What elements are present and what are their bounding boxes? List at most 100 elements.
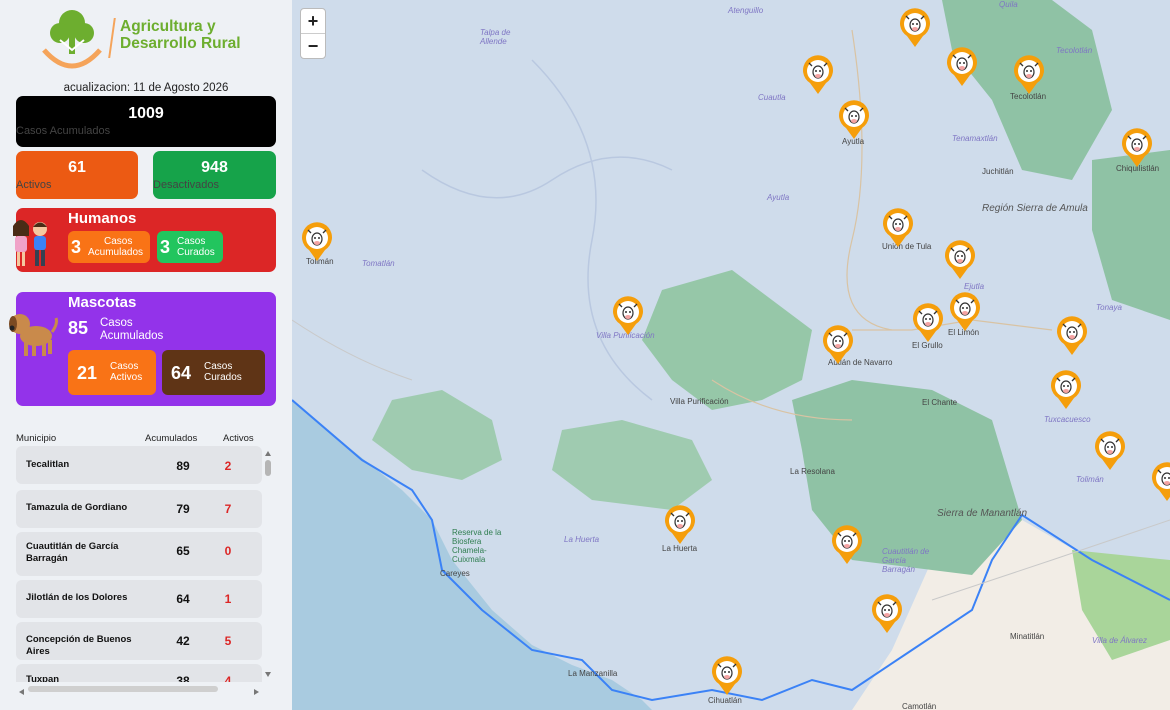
cow-case-marker-icon[interactable] xyxy=(870,594,904,634)
cow-case-marker-icon[interactable] xyxy=(911,303,945,343)
humans-cured-value: 3 xyxy=(160,237,171,257)
map-view[interactable]: Tolimán Ayutla Unión de Tula Tecolotlán … xyxy=(292,0,1170,710)
place-label: Tenamaxtlán xyxy=(952,134,998,143)
place-label: Careyes xyxy=(440,569,470,578)
cow-case-marker-icon[interactable] xyxy=(837,100,871,140)
cow-case-marker-icon[interactable] xyxy=(300,222,334,262)
place-label: Cuautitlán de García Barragán xyxy=(882,547,930,574)
cow-case-marker-icon[interactable] xyxy=(1055,316,1089,356)
active-cases-card: 61 Activos xyxy=(16,151,138,199)
place-label: Quila xyxy=(999,0,1018,9)
place-label: Reserva de la Biosfera Chamela-Cuixmala xyxy=(452,528,502,564)
header-activos: Activos xyxy=(223,433,254,444)
header-municipio: Municipio xyxy=(16,433,57,444)
place-label: Tomatlán xyxy=(362,259,395,268)
cow-case-marker-icon[interactable] xyxy=(881,208,915,248)
place-label: El Chante xyxy=(922,398,958,407)
place-label: Tonaya xyxy=(1096,303,1122,312)
header-acumulados: Acumulados xyxy=(145,433,198,444)
pets-active-label: Casos Activos xyxy=(110,361,143,383)
deactivated-cases-label: Desactivados xyxy=(153,179,220,191)
place-label: Atenguillo xyxy=(728,6,764,15)
cow-case-marker-icon[interactable] xyxy=(943,240,977,280)
municipality-list[interactable]: Tecalitlan 89 2 Tamazula de Gordiano 79 … xyxy=(16,446,262,682)
place-label: Talpa de Allende xyxy=(480,28,511,46)
cow-case-marker-icon[interactable] xyxy=(611,296,645,336)
agriculture-logo: Agricultura y Desarrollo Rural xyxy=(38,6,268,76)
place-label: Juchitlán xyxy=(982,167,1014,176)
cow-case-marker-icon[interactable] xyxy=(830,525,864,565)
cow-case-marker-icon[interactable] xyxy=(1093,431,1127,471)
humans-accumulated-label: Casos Acumulados xyxy=(88,236,144,258)
place-label: Camotlán xyxy=(902,702,937,710)
pets-card: Mascotas 85 Casos Acumulados 21 Casos Acti… xyxy=(9,292,276,406)
pets-cured-value: 64 xyxy=(171,363,192,383)
cow-case-marker-icon[interactable] xyxy=(1150,462,1170,502)
place-label: Ejutla xyxy=(964,282,985,291)
logo-text: Agricultura y Desarrollo Rural xyxy=(120,18,241,52)
humans-accumulated-value: 3 xyxy=(71,237,82,257)
humans-cured-card: 3 Casos Curados xyxy=(157,231,223,263)
zoom-out-button[interactable]: − xyxy=(301,34,325,59)
people-icon xyxy=(13,220,47,266)
pets-accumulated-value: 85 xyxy=(68,318,89,338)
map-base xyxy=(292,0,1170,710)
place-label: Sierra de Manantlán xyxy=(937,508,1028,519)
pets-cured-label: Casos Curados xyxy=(204,361,242,383)
deactivated-cases-card: 948 Desactivados xyxy=(153,151,276,199)
place-label: La Resolana xyxy=(790,467,835,476)
cow-case-marker-icon[interactable] xyxy=(1120,128,1154,168)
place-label: Villa de Álvarez xyxy=(1092,636,1147,645)
place-label: Tecolotlán xyxy=(1056,46,1093,55)
pets-active-card: 21 Casos Activos xyxy=(68,350,156,395)
pets-title: Mascotas xyxy=(68,294,137,311)
active-cases-label: Activos xyxy=(16,179,52,191)
scroll-arrows-icon xyxy=(265,451,271,677)
sidebar: Agricultura y Desarrollo Rural acualizac… xyxy=(0,0,292,710)
cow-case-marker-icon[interactable] xyxy=(948,292,982,332)
table-row[interactable]: Concepción de Buenos Aires 42 5 xyxy=(16,622,262,660)
place-label: Tolimán xyxy=(1076,475,1104,484)
cow-case-marker-icon[interactable] xyxy=(1049,370,1083,410)
total-cases-value: 1009 xyxy=(128,105,164,122)
humans-cured-label: Casos Curados xyxy=(177,236,215,258)
dog-icon xyxy=(9,314,58,356)
place-label: Ayutla xyxy=(767,193,790,202)
place-label: La Manzanilla xyxy=(568,669,618,678)
cow-case-marker-icon[interactable] xyxy=(945,47,979,87)
place-label: Tuxcacuesco xyxy=(1044,415,1091,424)
pets-accumulated-label: Casos Acumulados xyxy=(100,317,164,342)
cow-case-marker-icon[interactable] xyxy=(898,8,932,48)
table-row[interactable]: Tamazula de Gordiano 79 7 xyxy=(16,490,262,528)
pets-cured-card: 64 Casos Curados xyxy=(162,350,265,395)
humans-card: Humanos 3 Casos Acumulados 3 Casos Curados xyxy=(13,208,276,272)
humans-accumulated-card: 3 Casos Acumulados xyxy=(68,231,150,263)
place-label: La Huerta xyxy=(662,544,698,553)
active-cases-value: 61 xyxy=(68,159,86,176)
zoom-in-button[interactable]: + xyxy=(301,9,325,34)
place-label: Cuautla xyxy=(758,93,786,102)
cow-case-marker-icon[interactable] xyxy=(710,656,744,696)
total-cases-card: 1009 Casos Acumulados xyxy=(16,96,276,147)
total-cases-label: Casos Acumulados xyxy=(16,125,111,137)
horizontal-scroll-thumb[interactable] xyxy=(28,686,218,692)
cow-case-marker-icon[interactable] xyxy=(801,55,835,95)
update-date: acualizacion: 11 de Agosto 2026 xyxy=(63,82,229,94)
place-label: Minatitlán xyxy=(1010,632,1045,641)
zoom-control: + − xyxy=(300,8,326,59)
table-header: Municipio Acumulados Activos xyxy=(16,433,266,445)
deactivated-cases-value: 948 xyxy=(201,159,228,176)
table-row[interactable]: Cuautitlán de García Barragán 65 0 xyxy=(16,532,262,576)
place-label: Región Sierra de Amula xyxy=(982,203,1088,214)
table-row[interactable]: Jilotlán de los Dolores 64 1 xyxy=(16,580,262,618)
tree-logo-icon xyxy=(42,10,102,69)
table-row[interactable]: Tecalitlan 89 2 xyxy=(16,446,262,484)
table-row[interactable]: Tuxpan 38 4 xyxy=(16,664,262,682)
cow-case-marker-icon[interactable] xyxy=(1012,55,1046,95)
humans-title: Humanos xyxy=(68,210,137,227)
vertical-scrollbar[interactable] xyxy=(263,446,273,682)
horizontal-scrollbar[interactable] xyxy=(16,684,262,695)
vertical-scroll-thumb[interactable] xyxy=(265,460,271,476)
cow-case-marker-icon[interactable] xyxy=(663,505,697,545)
cow-case-marker-icon[interactable] xyxy=(821,325,855,365)
